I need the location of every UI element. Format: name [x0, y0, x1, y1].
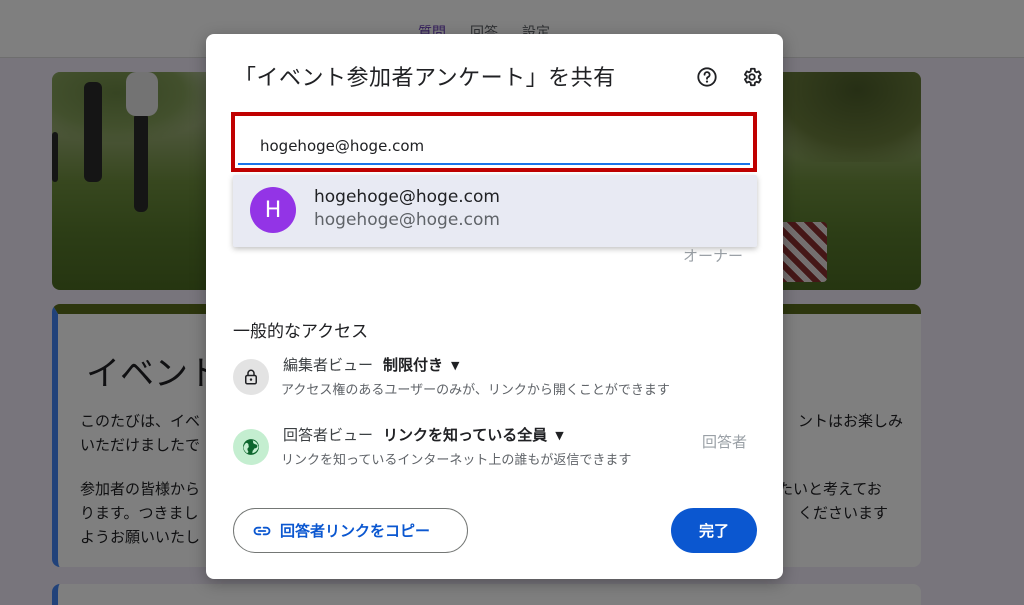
editor-view-label: 編集者ビュー	[283, 356, 374, 374]
link-icon	[253, 526, 271, 535]
help-button[interactable]	[695, 65, 719, 89]
gear-icon	[744, 67, 762, 87]
settings-button[interactable]	[740, 65, 764, 89]
globe-icon-badge	[233, 429, 269, 465]
responder-access-row: 回答者ビュー リンクを知っている全員 ▼ リンクを知っているインターネット上の誰もが…	[233, 426, 763, 473]
email-input-value[interactable]: hogehoge@hoge.com	[260, 137, 424, 155]
responder-view-label: 回答者ビュー	[283, 426, 374, 444]
help-icon	[697, 67, 717, 87]
responder-access-dropdown[interactable]: リンクを知っている全員	[383, 426, 547, 444]
suggestion-name: hogehoge@hoge.com	[314, 187, 500, 207]
lock-icon-badge	[233, 359, 269, 395]
chevron-down-icon[interactable]: ▼	[451, 359, 459, 372]
globe-icon	[243, 439, 259, 455]
responder-access-description: リンクを知っているインターネット上の誰もが返信できます	[281, 453, 632, 468]
dialog-title: 「イベント参加者アンケート」を共有	[234, 66, 616, 91]
responder-role-label: 回答者	[701, 433, 747, 451]
share-dialog: 「イベント参加者アンケート」を共有 hogehoge@hoge.com オーナー…	[206, 34, 783, 579]
owner-role-label: オーナー	[682, 247, 743, 265]
editor-access-dropdown[interactable]: 制限付き	[383, 356, 443, 374]
editor-access-description: アクセス権のあるユーザーのみが、リンクから開くことができます	[281, 383, 670, 398]
done-button[interactable]: 完了	[671, 508, 757, 553]
chevron-down-icon[interactable]: ▼	[555, 429, 563, 442]
suggestion-email: hogehoge@hoge.com	[314, 210, 500, 230]
copy-link-label: 回答者リンクをコピー	[280, 522, 431, 540]
add-people-field[interactable]: hogehoge@hoge.com	[231, 112, 757, 172]
contact-suggestion[interactable]: H hogehoge@hoge.com hogehoge@hoge.com	[233, 175, 757, 247]
copy-responder-link-button[interactable]: 回答者リンクをコピー	[233, 508, 468, 553]
avatar: H	[250, 187, 296, 233]
general-access-heading: 一般的なアクセス	[233, 322, 369, 342]
editor-access-row: 編集者ビュー 制限付き ▼ アクセス権のあるユーザーのみが、リンクから開くことができ…	[233, 356, 763, 403]
lock-icon	[245, 369, 257, 385]
